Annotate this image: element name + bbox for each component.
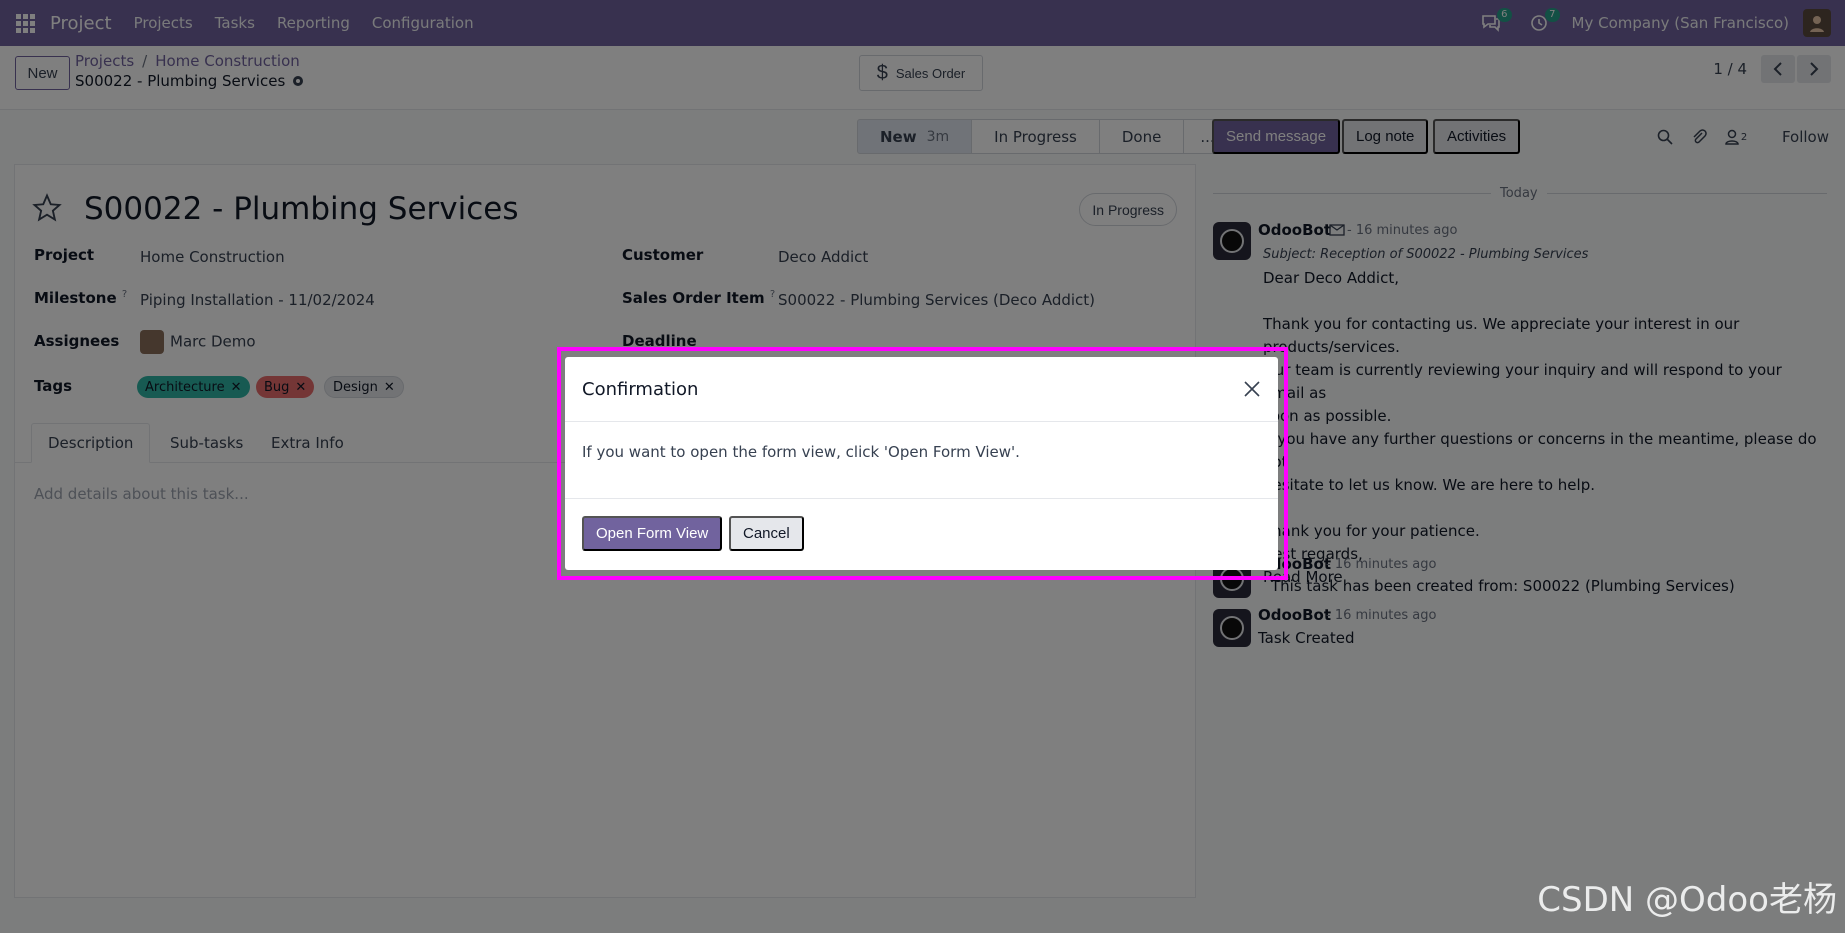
dialog-title: Confirmation xyxy=(582,379,699,400)
open-form-view-button[interactable]: Open Form View xyxy=(582,516,723,551)
dialog-header: Confirmation xyxy=(565,357,1278,422)
close-icon[interactable] xyxy=(1240,377,1264,401)
cancel-button[interactable]: Cancel xyxy=(729,516,804,551)
confirmation-dialog: Confirmation If you want to open the for… xyxy=(565,357,1278,570)
watermark: CSDN @Odoo老杨 xyxy=(1537,880,1837,920)
dialog-message: If you want to open the form view, click… xyxy=(582,443,1020,461)
dialog-footer: Open Form View Cancel xyxy=(565,498,1278,570)
